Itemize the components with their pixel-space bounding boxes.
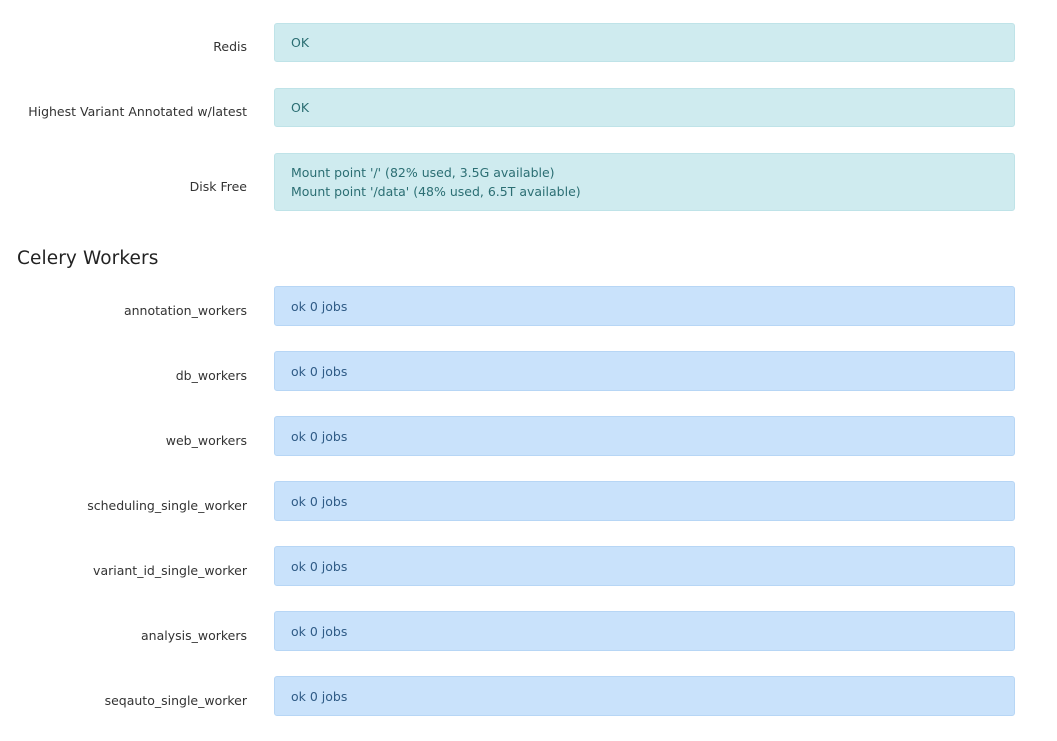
section-title-celery-workers: Celery Workers [17, 248, 159, 269]
worker-status-box: ok 0 jobs [274, 676, 1015, 716]
worker-status: ok 0 jobs [291, 558, 348, 574]
worker-status: ok 0 jobs [291, 298, 348, 314]
status-value: OK [291, 35, 310, 50]
worker-status-box: ok 0 jobs [274, 416, 1015, 456]
worker-label: seqauto_single_worker [104, 693, 247, 708]
worker-status-box: ok 0 jobs [274, 611, 1015, 651]
worker-status: ok 0 jobs [291, 428, 348, 444]
status-value: OK [291, 100, 310, 115]
worker-status: ok 0 jobs [291, 363, 348, 379]
worker-label: analysis_workers [140, 628, 247, 643]
worker-status: ok 0 jobs [291, 688, 348, 704]
status-value-box: Mount point '/' (82% used, 3.5G availabl… [274, 153, 1015, 211]
status-label: Highest Variant Annotated w/latest [28, 104, 247, 119]
worker-label: annotation_workers [123, 303, 247, 318]
worker-label: web_workers [165, 433, 247, 448]
status-label: Disk Free [189, 179, 247, 194]
worker-status-box: ok 0 jobs [274, 351, 1015, 391]
worker-label: db_workers [175, 368, 247, 383]
server-status-page: Redis OK Highest Variant Annotated w/lat… [0, 0, 1057, 741]
status-label: Redis [213, 39, 247, 54]
status-value-box: OK [274, 88, 1015, 127]
worker-status: ok 0 jobs [291, 623, 348, 639]
worker-status-box: ok 0 jobs [274, 546, 1015, 586]
status-value-line: Mount point '/data' (48% used, 6.5T avai… [291, 184, 581, 199]
worker-label: variant_id_single_worker [93, 563, 247, 578]
worker-status: ok 0 jobs [291, 493, 348, 509]
status-value-line: Mount point '/' (82% used, 3.5G availabl… [291, 165, 555, 180]
worker-status-box: ok 0 jobs [274, 481, 1015, 521]
status-value-box: OK [274, 23, 1015, 62]
worker-label: scheduling_single_worker [87, 498, 247, 513]
worker-status-box: ok 0 jobs [274, 286, 1015, 326]
